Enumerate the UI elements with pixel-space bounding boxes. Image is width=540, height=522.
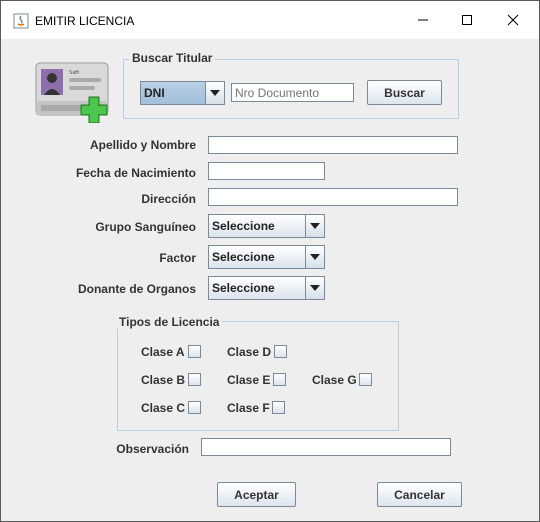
search-button[interactable]: Buscar <box>367 80 442 105</box>
grupo-value: Seleccione <box>212 219 275 233</box>
fecha-input[interactable] <box>208 162 325 180</box>
clase-g-label: Clase G <box>312 373 357 387</box>
apellido-input[interactable] <box>208 136 458 154</box>
clase-f-label: Clase F <box>227 401 270 415</box>
factor-value: Seleccione <box>212 250 275 264</box>
clase-d-checkbox[interactable] <box>274 345 287 358</box>
direccion-label: Dirección <box>141 192 196 206</box>
observacion-label: Observación <box>116 442 189 456</box>
minimize-icon <box>418 19 428 21</box>
apellido-label: Apellido y Nombre <box>89 138 196 152</box>
minimize-button[interactable] <box>401 4 445 36</box>
clase-b-label: Clase B <box>141 373 186 387</box>
clase-b-checkbox[interactable] <box>188 373 201 386</box>
clase-d-label: Clase D <box>227 345 272 359</box>
grupo-select[interactable]: Seleccione <box>208 214 325 238</box>
grupo-label: Grupo Sanguíneo <box>95 220 196 234</box>
clase-e-label: Clase E <box>227 373 271 387</box>
clase-c-checkbox[interactable] <box>188 401 201 414</box>
java-app-icon <box>13 13 29 29</box>
window-title: EMITIR LICENCIA <box>35 14 135 28</box>
fecha-label: Fecha de Nacimiento <box>75 166 196 180</box>
cancel-button[interactable]: Cancelar <box>377 482 462 507</box>
accept-button[interactable]: Aceptar <box>217 482 296 507</box>
clase-a-checkbox[interactable] <box>188 345 201 358</box>
search-titular-legend: Buscar Titular <box>129 51 216 65</box>
clase-g-checkbox[interactable] <box>359 373 372 386</box>
donante-select[interactable]: Seleccione <box>208 276 325 300</box>
license-types-legend: Tipos de Licencia <box>116 315 223 329</box>
clase-e-checkbox[interactable] <box>273 373 286 386</box>
maximize-button[interactable] <box>445 4 489 36</box>
close-icon <box>507 14 519 26</box>
clase-f-checkbox[interactable] <box>272 401 285 414</box>
window: EMITIR LICENCIA Saffi Buscar Titular DNI… <box>0 0 540 522</box>
doc-type-value: DNI <box>144 86 165 100</box>
close-button[interactable] <box>491 4 535 36</box>
clase-c-label: Clase C <box>141 401 186 415</box>
observacion-input[interactable] <box>201 438 451 456</box>
maximize-icon <box>462 15 472 25</box>
card-icon-text: Saffi <box>69 70 79 76</box>
chevron-down-icon <box>305 277 324 299</box>
chevron-down-icon <box>305 246 324 268</box>
title-bar: EMITIR LICENCIA <box>1 1 539 39</box>
donante-value: Seleccione <box>212 281 275 295</box>
chevron-down-icon <box>305 215 324 237</box>
id-card-add-icon: Saffi <box>35 62 109 123</box>
factor-select[interactable]: Seleccione <box>208 245 325 269</box>
donante-label: Donante de Organos <box>77 282 196 296</box>
clase-a-label: Clase A <box>141 345 185 359</box>
dialog-content: Saffi Buscar Titular DNI Buscar Apellido… <box>1 39 539 521</box>
doc-type-select[interactable]: DNI <box>140 81 225 105</box>
doc-number-input[interactable] <box>231 83 354 102</box>
chevron-down-icon <box>205 82 224 104</box>
factor-label: Factor <box>159 251 196 265</box>
direccion-input[interactable] <box>208 188 458 206</box>
